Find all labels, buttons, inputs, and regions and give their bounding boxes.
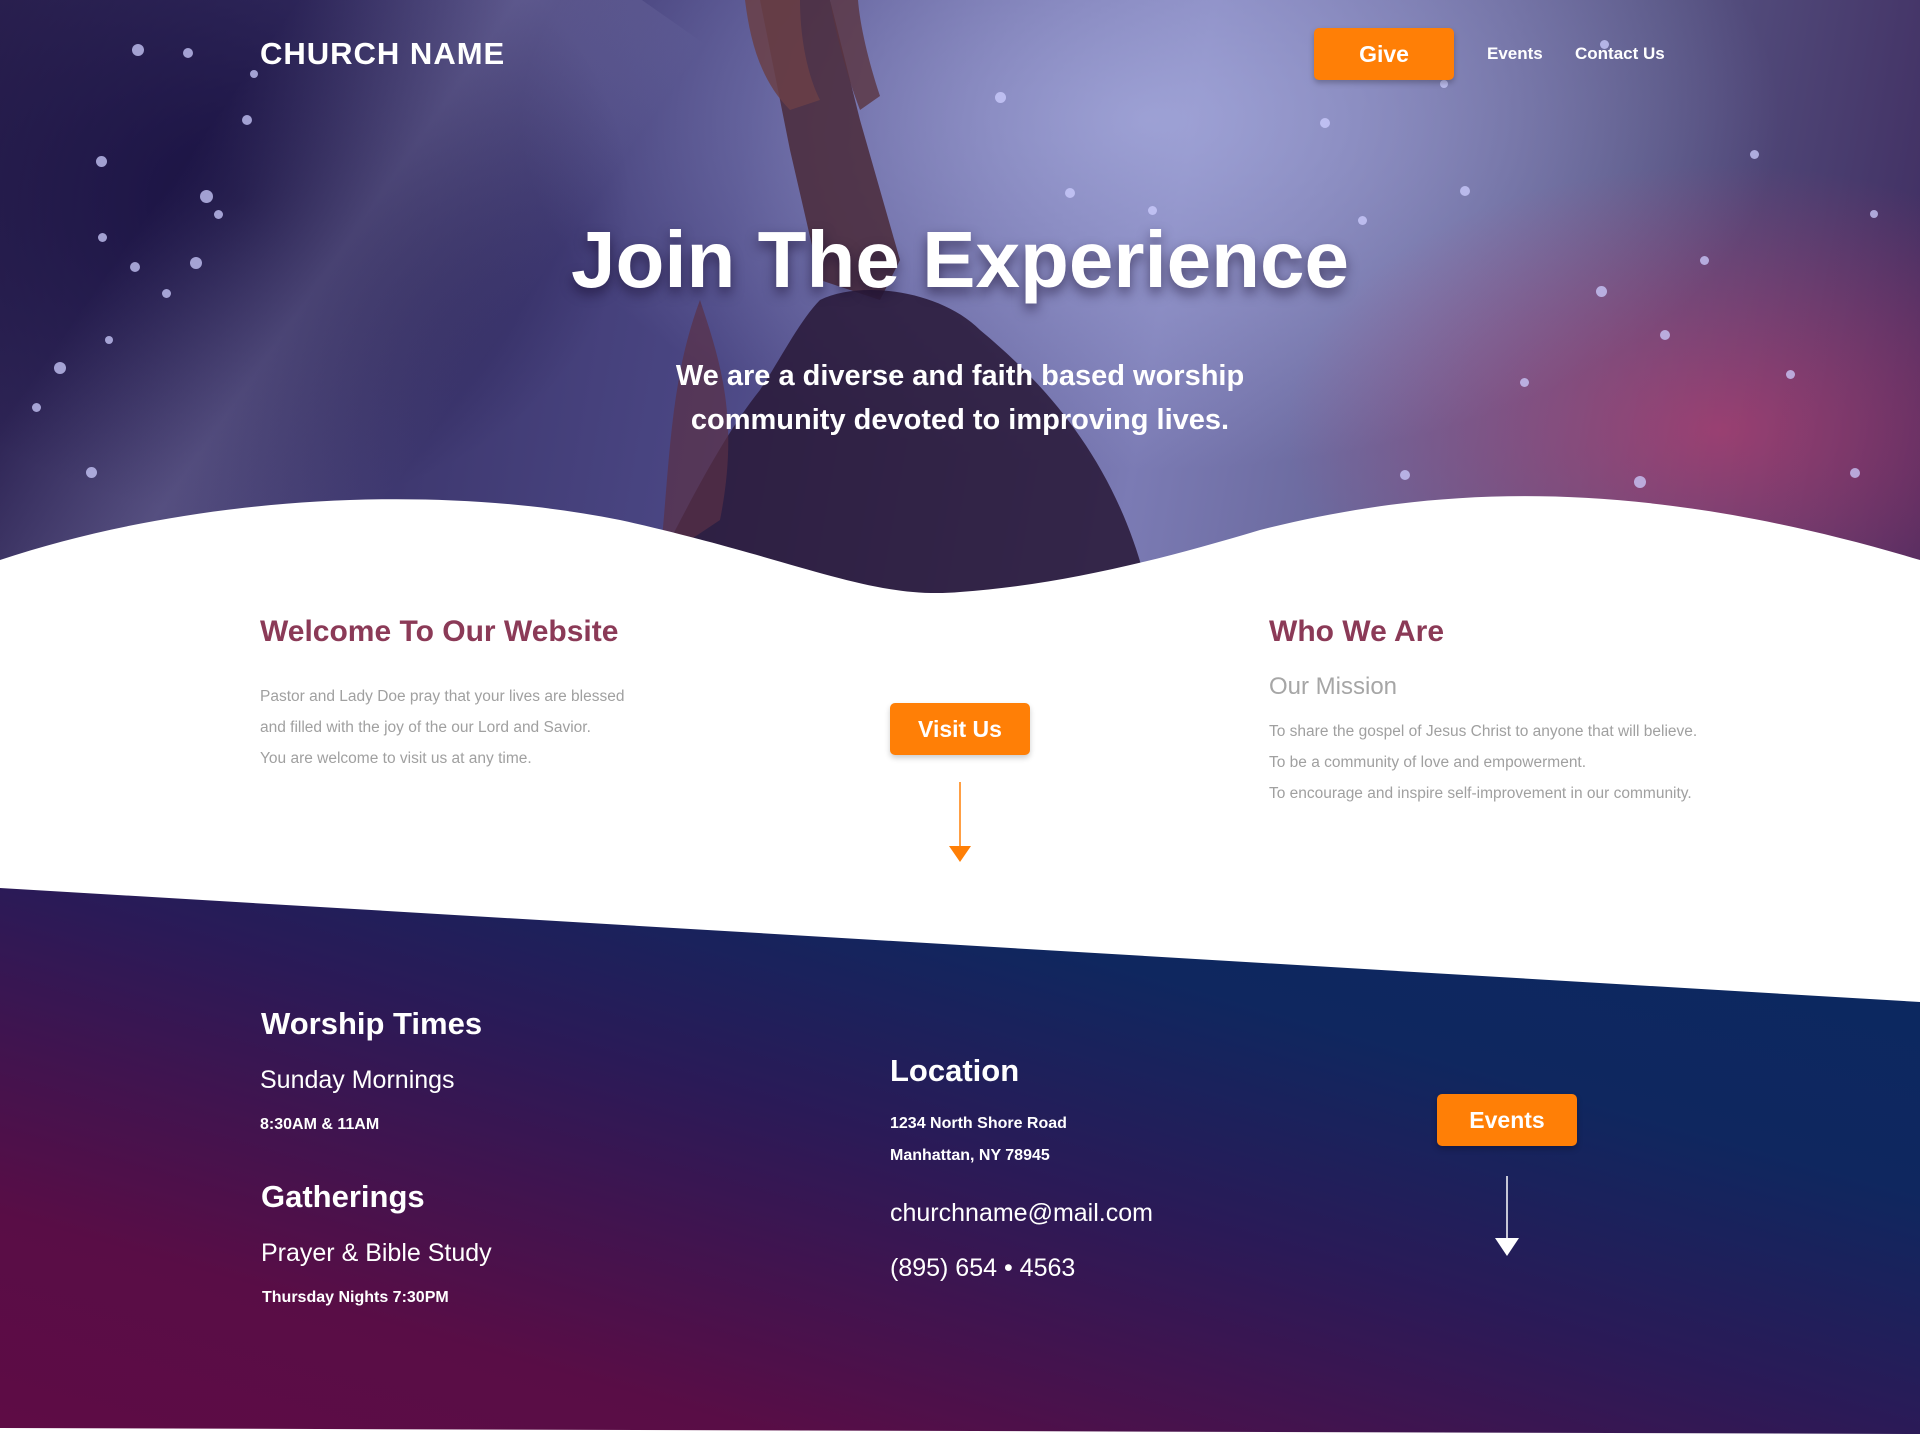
who-we-are-heading: Who We Are [1269,615,1445,648]
worship-times-title: Worship Times [261,1006,483,1041]
church-logo[interactable]: CHURCH NAME [260,36,505,72]
welcome-text-line: Pastor and Lady Doe pray that your lives… [260,688,625,705]
arrow-down-icon [1495,1176,1519,1256]
welcome-text-line: and filled with the joy of the our Lord … [260,719,591,736]
mission-text-line: To encourage and inspire self-improvemen… [1269,785,1692,802]
events-button[interactable]: Events [1437,1094,1577,1146]
phone-number[interactable]: (895) 654 • 4563 [890,1254,1075,1283]
mission-text-line: To be a community of love and empowermen… [1269,754,1587,771]
welcome-text-line: You are welcome to visit us at any time. [260,750,532,767]
location-title: Location [890,1053,1020,1088]
mission-text: To share the gospel of Jesus Christ to a… [1269,716,1697,809]
hero-section: CHURCH NAME Give Events Contact Us Join … [0,0,1920,600]
email-link[interactable]: churchname@mail.com [890,1199,1153,1228]
gatherings-type: Prayer & Bible Study [261,1239,492,1267]
gatherings-hours: Thursday Nights 7:30PM [262,1289,449,1306]
address-line-2: Manhattan, NY 78945 [890,1147,1050,1164]
nav-link-events[interactable]: Events [1487,44,1543,64]
worship-times-day: Sunday Mornings [260,1066,455,1094]
arrow-down-icon [949,782,971,862]
give-button[interactable]: Give [1314,28,1454,80]
nav-link-contact-us[interactable]: Contact Us [1575,44,1665,64]
hero-subtitle: We are a diverse and faith based worship… [675,360,1245,436]
address-line-1: 1234 North Shore Road [890,1115,1067,1132]
worship-times-hours: 8:30AM & 11AM [260,1116,380,1133]
hero-title: Join The Experience [570,215,1350,304]
welcome-heading: Welcome To Our Website [260,615,619,648]
visit-us-button[interactable]: Visit Us [890,703,1030,755]
welcome-text: Pastor and Lady Doe pray that your lives… [260,681,624,774]
mission-subheading: Our Mission [1269,673,1398,700]
mission-text-line: To share the gospel of Jesus Christ to a… [1269,723,1698,740]
gatherings-title: Gatherings [261,1179,425,1214]
